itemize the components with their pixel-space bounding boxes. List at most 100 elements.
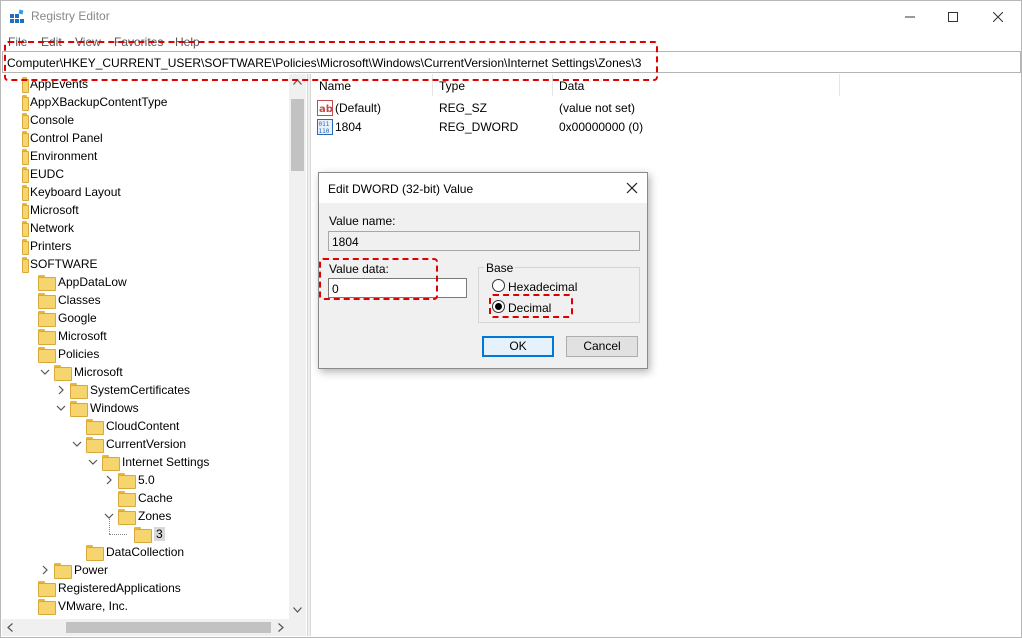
scroll-left-icon[interactable] bbox=[7, 623, 13, 632]
tree-hscroll-thumb[interactable] bbox=[66, 622, 271, 633]
tree-item[interactable]: Cache bbox=[118, 489, 173, 507]
tree-item[interactable]: Microsoft bbox=[22, 201, 79, 219]
tree-item[interactable]: DataCollection bbox=[86, 543, 184, 561]
value-row[interactable]: ab (Default) REG_SZ (value not set) bbox=[316, 99, 916, 117]
tree-item-label: Printers bbox=[30, 239, 72, 253]
chevron-down-icon[interactable] bbox=[72, 439, 82, 449]
chevron-right-icon[interactable] bbox=[56, 385, 66, 395]
tree-item[interactable]: Zones bbox=[118, 507, 171, 525]
tree-item-label: AppEvents bbox=[30, 77, 89, 91]
tree-vscroll-thumb[interactable] bbox=[291, 99, 304, 171]
value-data-input[interactable]: 0 bbox=[328, 278, 467, 298]
menu-help[interactable]: Help bbox=[175, 35, 200, 49]
maximize-button[interactable] bbox=[930, 1, 976, 32]
folder-icon bbox=[22, 185, 29, 201]
chevron-right-icon[interactable] bbox=[104, 475, 114, 485]
menu-file[interactable]: File bbox=[8, 35, 27, 49]
folder-icon bbox=[118, 509, 136, 525]
tree-item[interactable]: Console bbox=[22, 111, 74, 129]
tree-item-label: Internet Settings bbox=[122, 455, 210, 469]
chevron-right-icon[interactable] bbox=[40, 565, 50, 575]
tree-item-label: Microsoft bbox=[58, 329, 107, 343]
tree-item[interactable]: EUDC bbox=[22, 165, 64, 183]
tree-item[interactable]: AppXBackupContentType bbox=[22, 93, 167, 111]
folder-icon bbox=[38, 329, 56, 345]
dialog-close-icon[interactable] bbox=[623, 179, 641, 197]
tree-item[interactable]: 5.0 bbox=[118, 471, 155, 489]
folder-icon bbox=[22, 149, 29, 165]
value-row[interactable]: 011 110 1804 REG_DWORD 0x00000000 (0) bbox=[316, 118, 916, 136]
tree-item-label: Control Panel bbox=[30, 131, 103, 145]
tree-item[interactable]: RegisteredApplications bbox=[38, 579, 181, 597]
folder-icon bbox=[38, 347, 56, 363]
tree-connector bbox=[109, 534, 127, 535]
tree-item-label: Microsoft bbox=[74, 365, 123, 379]
tree-item[interactable]: Control Panel bbox=[22, 129, 103, 147]
minimize-button[interactable] bbox=[887, 1, 933, 32]
decimal-radio[interactable] bbox=[492, 300, 505, 313]
tree-item[interactable]: AppEvents bbox=[22, 75, 88, 93]
tree-item[interactable]: Policies bbox=[38, 345, 99, 363]
base-label: Base bbox=[484, 261, 516, 275]
key-tree[interactable]: AppEvents AppXBackupContentType Console Con… bbox=[2, 74, 306, 636]
chevron-down-icon[interactable] bbox=[88, 457, 98, 467]
cancel-button[interactable]: Cancel bbox=[566, 336, 638, 357]
tree-item[interactable]: Microsoft bbox=[54, 363, 123, 381]
column-name-header[interactable]: Name bbox=[319, 79, 351, 93]
folder-icon bbox=[70, 383, 88, 399]
tree-item-label: Network bbox=[30, 221, 75, 235]
tree-item[interactable]: Google bbox=[38, 309, 97, 327]
tree-item[interactable]: Keyboard Layout bbox=[22, 183, 121, 201]
tree-item[interactable]: SystemCertificates bbox=[70, 381, 190, 399]
tree-item[interactable]: Environment bbox=[22, 147, 97, 165]
folder-icon bbox=[54, 563, 72, 579]
column-type-header[interactable]: Type bbox=[439, 79, 465, 93]
close-button[interactable] bbox=[975, 1, 1021, 32]
hexadecimal-radio[interactable] bbox=[492, 279, 505, 292]
tree-item[interactable]: VMware, Inc. bbox=[38, 597, 128, 615]
column-divider[interactable] bbox=[839, 74, 840, 96]
title-bar[interactable]: Registry Editor bbox=[1, 1, 1021, 32]
tree-item[interactable]: Power bbox=[54, 561, 108, 579]
tree-item[interactable]: SOFTWARE bbox=[22, 255, 98, 273]
string-value-icon: ab bbox=[317, 100, 333, 116]
tree-horizontal-scrollbar[interactable] bbox=[2, 619, 289, 636]
tree-item-label: RegisteredApplications bbox=[58, 581, 181, 595]
folder-icon bbox=[22, 113, 29, 129]
scroll-down-icon[interactable] bbox=[293, 607, 302, 613]
tree-item-label: VMware, Inc. bbox=[58, 599, 129, 613]
scroll-up-icon[interactable] bbox=[293, 79, 302, 85]
tree-item[interactable]: 3 bbox=[134, 525, 165, 543]
tree-item[interactable]: Network bbox=[22, 219, 74, 237]
chevron-down-icon[interactable] bbox=[56, 403, 66, 413]
tree-vertical-scrollbar[interactable] bbox=[289, 74, 306, 619]
tree-item[interactable]: Windows bbox=[70, 399, 139, 417]
tree-item[interactable]: Classes bbox=[38, 291, 101, 309]
address-path: Computer\HKEY_CURRENT_USER\SOFTWARE\Poli… bbox=[7, 56, 642, 70]
tree-item[interactable]: Microsoft bbox=[38, 327, 107, 345]
menu-favorites[interactable]: Favorites bbox=[114, 35, 163, 49]
pane-splitter[interactable] bbox=[307, 74, 311, 636]
chevron-down-icon[interactable] bbox=[40, 367, 50, 377]
menu-view[interactable]: View bbox=[75, 35, 101, 49]
menu-edit[interactable]: Edit bbox=[41, 35, 62, 49]
svg-text:ab: ab bbox=[319, 104, 333, 115]
folder-icon bbox=[86, 419, 104, 435]
tree-item[interactable]: Internet Settings bbox=[102, 453, 209, 471]
scroll-right-icon[interactable] bbox=[278, 623, 284, 632]
column-divider[interactable] bbox=[552, 74, 553, 96]
column-data-header[interactable]: Data bbox=[559, 79, 584, 93]
tree-item[interactable]: CurrentVersion bbox=[86, 435, 186, 453]
ok-button[interactable]: OK bbox=[482, 336, 554, 357]
tree-item[interactable]: AppDataLow bbox=[38, 273, 127, 291]
decimal-label[interactable]: Decimal bbox=[508, 301, 551, 315]
value-name: 1804 bbox=[335, 120, 362, 134]
tree-item[interactable]: CloudContent bbox=[86, 417, 179, 435]
address-bar[interactable]: Computer\HKEY_CURRENT_USER\SOFTWARE\Poli… bbox=[2, 51, 1021, 73]
tree-item[interactable]: Printers bbox=[22, 237, 71, 255]
dialog-title-bar[interactable]: Edit DWORD (32-bit) Value bbox=[319, 173, 647, 203]
hexadecimal-label[interactable]: Hexadecimal bbox=[508, 280, 577, 294]
dword-value-icon: 011 110 bbox=[317, 119, 333, 135]
column-divider[interactable] bbox=[432, 74, 433, 96]
tree-item-label: Environment bbox=[30, 149, 98, 163]
